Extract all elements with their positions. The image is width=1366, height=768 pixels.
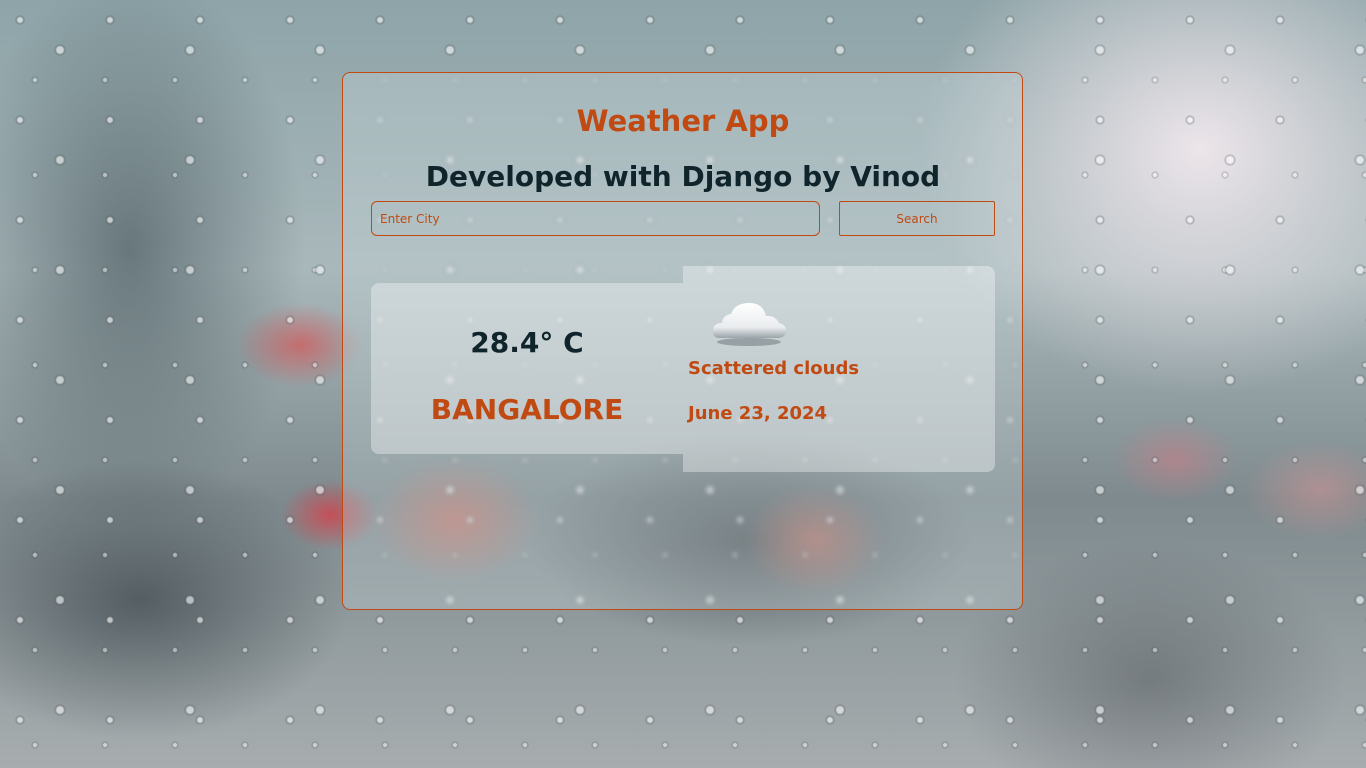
search-button[interactable]: Search: [839, 201, 995, 236]
weather-description: Scattered clouds: [688, 358, 860, 379]
city-name: BANGALORE: [430, 393, 624, 426]
city-search-input[interactable]: [371, 201, 820, 236]
app-subtitle: Developed with Django by Vinod: [425, 160, 941, 193]
cloud-icon: [713, 303, 787, 346]
app-title: Weather App: [576, 104, 790, 138]
temperature-panel: [371, 283, 683, 454]
weather-date: June 23, 2024: [688, 403, 828, 424]
temperature-value: 28.4° C: [470, 326, 584, 359]
